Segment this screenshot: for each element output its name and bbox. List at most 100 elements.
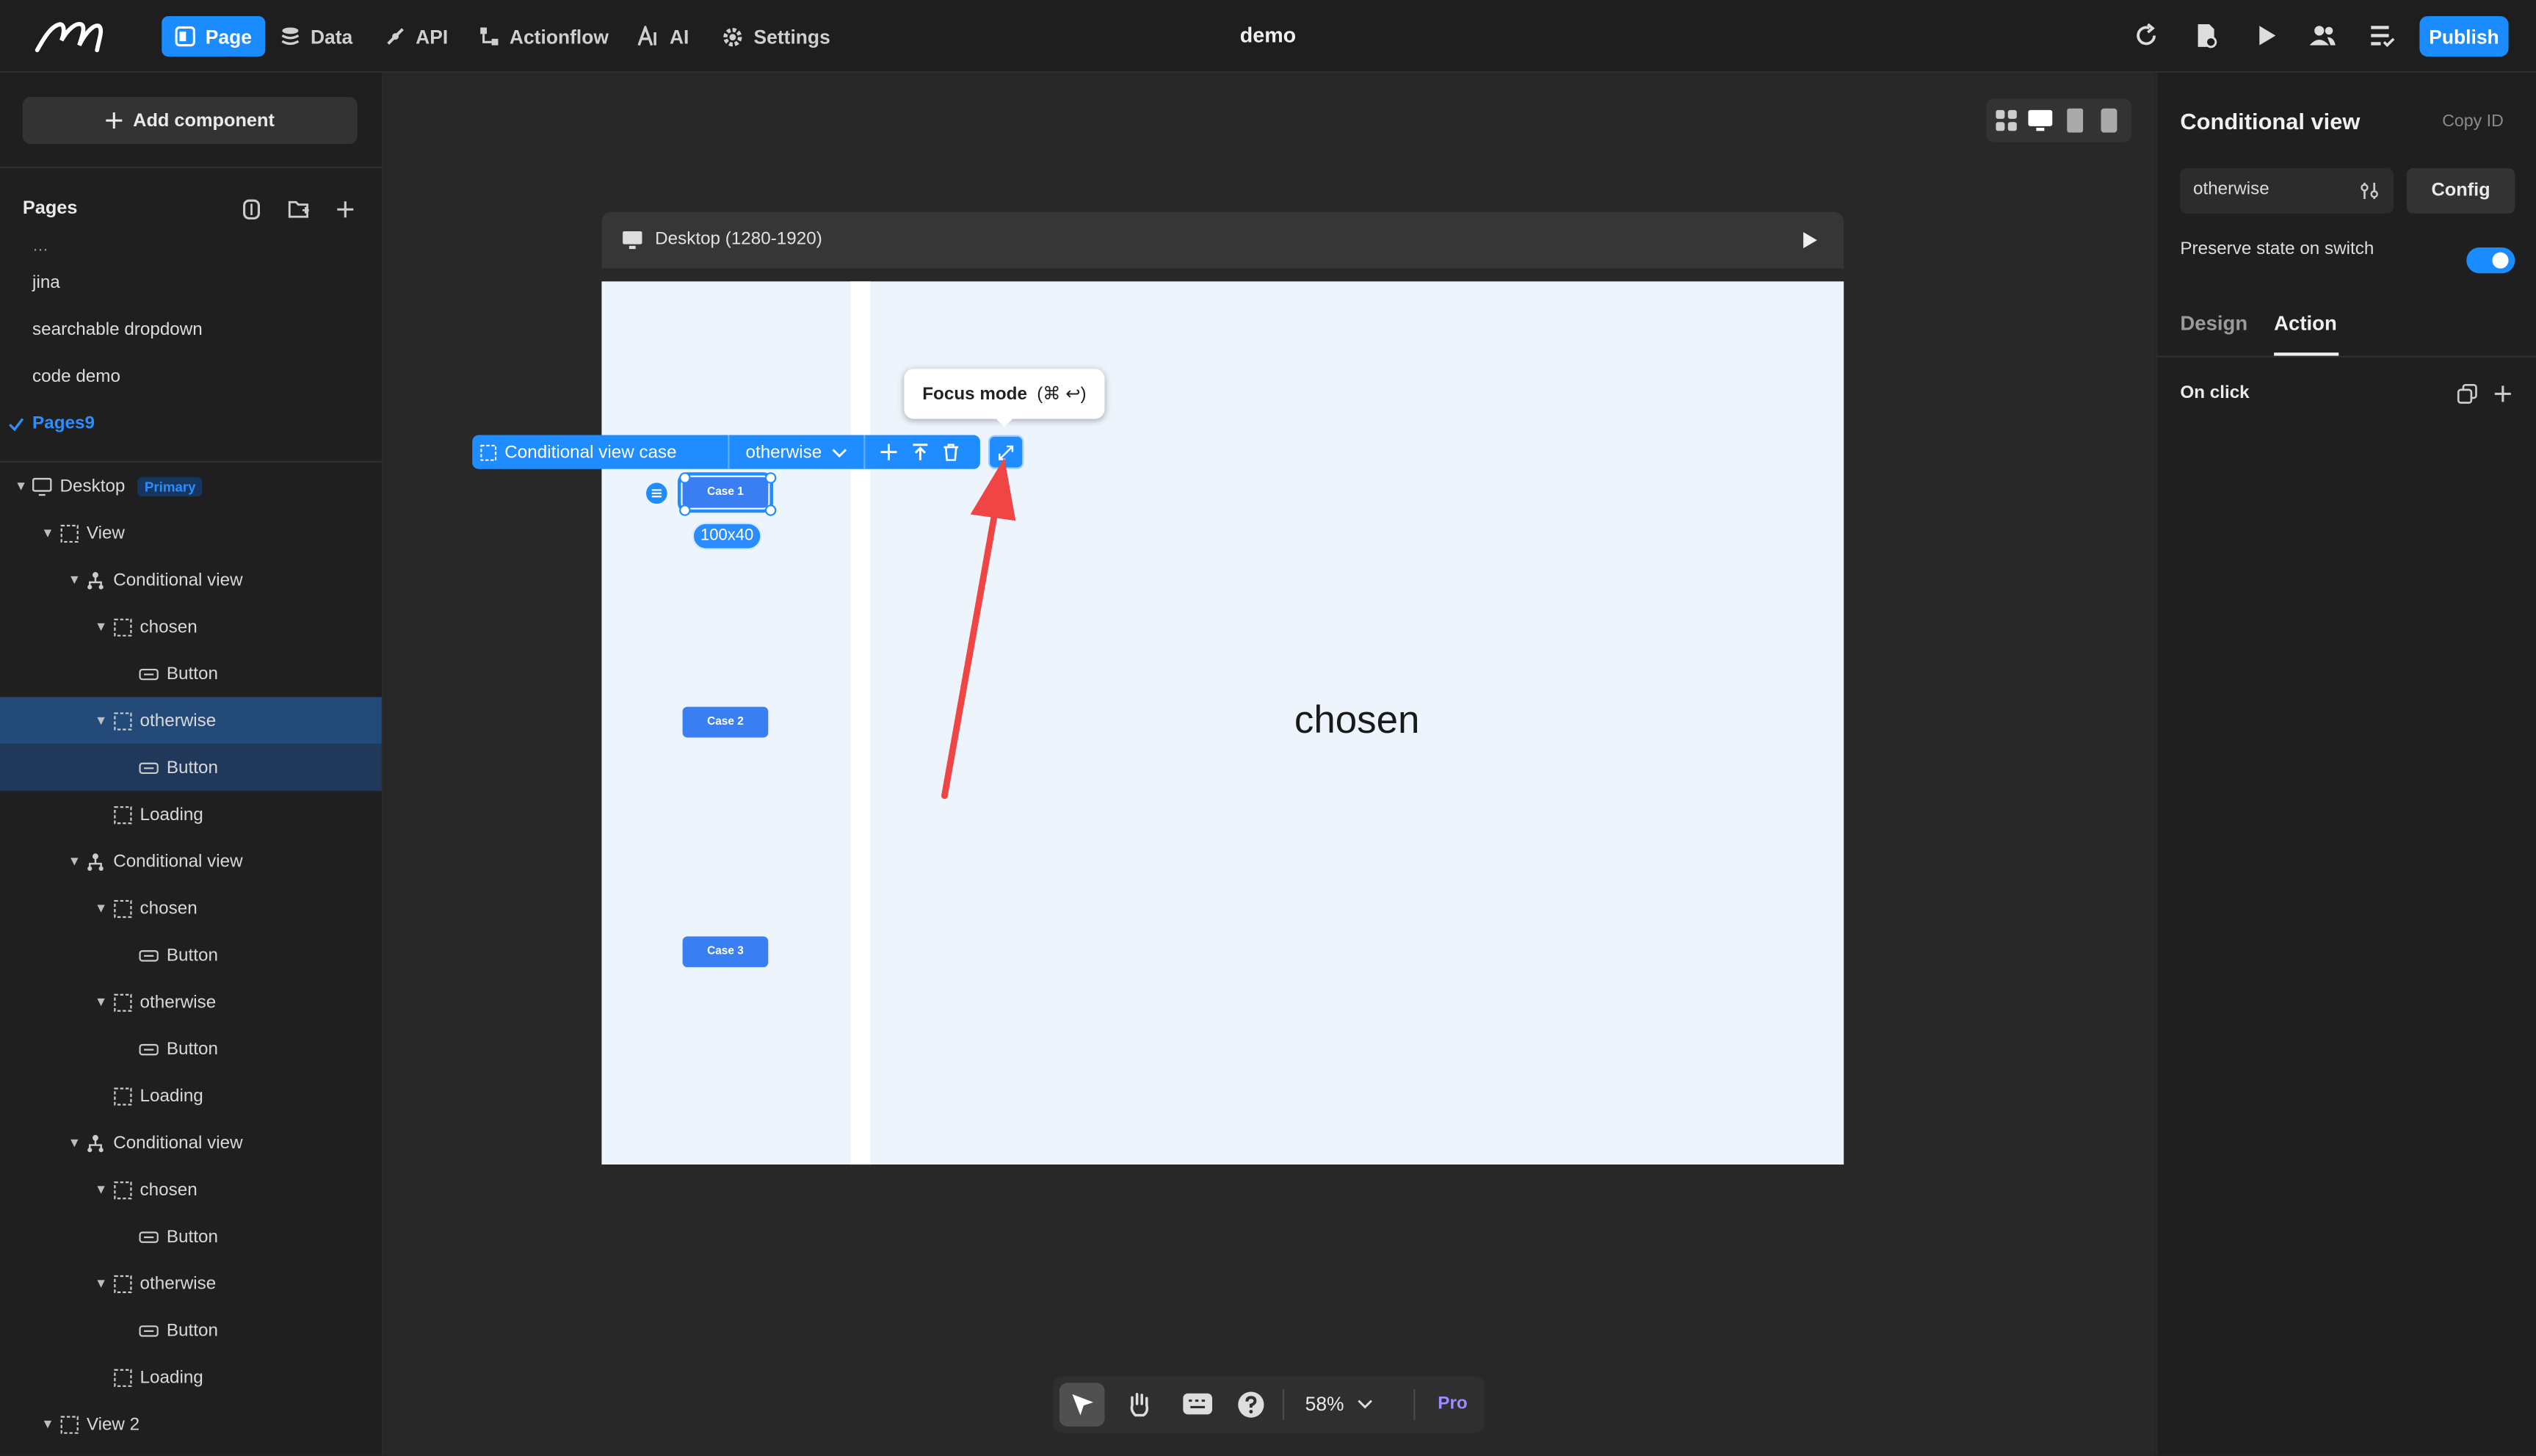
- tree-row[interactable]: ▼ otherwise: [0, 979, 382, 1026]
- tree-row[interactable]: ▼ View: [0, 510, 382, 557]
- artboard[interactable]: Case 1 Case 2 Case 3 chosen: [601, 281, 1844, 1165]
- caret-down-icon[interactable]: ▼: [93, 901, 109, 916]
- case-2-button[interactable]: Case 2: [682, 706, 769, 738]
- mobile-icon[interactable]: [2101, 108, 2117, 133]
- tree-row-label: Button: [166, 1039, 218, 1059]
- page-item-pages9[interactable]: Pages9: [32, 414, 95, 433]
- page-settings-icon[interactable]: [2192, 21, 2221, 51]
- tree-row[interactable]: Button: [0, 1026, 382, 1073]
- users-icon[interactable]: [2308, 21, 2337, 51]
- case-select-value: otherwise: [745, 442, 822, 462]
- grid-view-icon[interactable]: [1996, 109, 2017, 131]
- caret-down-icon[interactable]: ▼: [66, 854, 82, 869]
- page-icon: [175, 26, 195, 47]
- nav-api[interactable]: API: [372, 16, 461, 57]
- help-icon[interactable]: [1237, 1391, 1264, 1418]
- publish-button[interactable]: Publish: [2419, 16, 2509, 57]
- play-icon[interactable]: [2251, 21, 2280, 51]
- button-icon: [139, 1231, 159, 1242]
- copy-id-button[interactable]: Copy ID: [2442, 112, 2504, 131]
- caret-down-icon[interactable]: ▼: [66, 1135, 82, 1150]
- tree-row[interactable]: ▼ otherwise: [0, 697, 382, 745]
- button-icon: [139, 949, 159, 961]
- branch-icon: [87, 852, 104, 870]
- caret-down-icon[interactable]: ▼: [40, 526, 56, 540]
- resize-handle[interactable]: [679, 472, 691, 484]
- select-tool-button[interactable]: [1059, 1383, 1105, 1427]
- nav-ai-label: AI: [669, 25, 689, 48]
- tree-row[interactable]: Loading: [0, 1354, 382, 1401]
- resize-handle[interactable]: [764, 472, 777, 484]
- pro-badge[interactable]: Pro: [1438, 1394, 1467, 1413]
- hand-tool-icon[interactable]: [1126, 1391, 1153, 1418]
- tab-action[interactable]: Action: [2274, 312, 2337, 335]
- tree-row[interactable]: ▼ View 2: [0, 1401, 382, 1448]
- button-icon: [139, 667, 159, 680]
- toolbar-component-label[interactable]: Conditional view case: [504, 442, 728, 461]
- drag-handle-icon[interactable]: [645, 482, 668, 504]
- tree-row[interactable]: Button: [0, 744, 382, 792]
- tree-row[interactable]: ▼ otherwise: [0, 1260, 382, 1307]
- case-3-button[interactable]: Case 3: [682, 936, 769, 968]
- tree-row[interactable]: Loading: [0, 791, 382, 838]
- zoom-select[interactable]: 58%: [1305, 1393, 1374, 1415]
- preview-play-icon[interactable]: [1802, 231, 1818, 249]
- tree-row[interactable]: Button: [0, 1307, 382, 1354]
- nav-actionflow[interactable]: Actionflow: [465, 16, 621, 57]
- tree-row[interactable]: ▼ Conditional view: [0, 1119, 382, 1166]
- nav-ai[interactable]: AI: [624, 16, 702, 57]
- app-logo-icon[interactable]: [32, 16, 106, 55]
- add-page-icon[interactable]: [336, 200, 354, 218]
- tree-row[interactable]: Button: [0, 1213, 382, 1260]
- page-item-jina[interactable]: jina: [32, 273, 60, 292]
- caret-down-icon[interactable]: ▼: [93, 713, 109, 728]
- adjust-icon[interactable]: [2360, 181, 2379, 200]
- nav-data[interactable]: Data: [267, 16, 365, 57]
- tree-row[interactable]: Loading: [0, 1072, 382, 1119]
- tree-row[interactable]: ▼ chosen: [0, 604, 382, 651]
- caret-down-icon[interactable]: ▼: [40, 1417, 56, 1432]
- caret-down-icon[interactable]: ▼: [13, 479, 29, 493]
- chevron-down-icon: [832, 448, 847, 457]
- tree-row[interactable]: ▼ Conditional view: [0, 838, 382, 885]
- case-value-select[interactable]: otherwise: [2180, 168, 2394, 214]
- tree-row-label: chosen: [140, 898, 198, 919]
- tab-design[interactable]: Design: [2180, 312, 2247, 335]
- actionflow-icon: [480, 27, 499, 46]
- config-button[interactable]: Config: [2406, 168, 2515, 214]
- tree-row[interactable]: Button: [0, 651, 382, 698]
- page-item-code-demo[interactable]: code demo: [32, 367, 120, 386]
- tree-row[interactable]: Button: [0, 932, 382, 979]
- copy-action-icon[interactable]: [2457, 383, 2478, 405]
- case-1-button[interactable]: Case 1: [677, 472, 773, 513]
- tablet-icon[interactable]: [2067, 108, 2084, 133]
- keyboard-icon[interactable]: [1182, 1393, 1213, 1416]
- component-library-icon[interactable]: [241, 199, 262, 220]
- tree-row[interactable]: ▼ Conditional view: [0, 557, 382, 604]
- tree-row[interactable]: ▼ chosen: [0, 885, 382, 932]
- divider: [1413, 1389, 1416, 1421]
- caret-down-icon[interactable]: ▼: [93, 995, 109, 1010]
- nav-settings[interactable]: Settings: [709, 16, 844, 57]
- case-select[interactable]: otherwise: [729, 442, 863, 462]
- resize-handle[interactable]: [764, 504, 777, 516]
- caret-down-icon[interactable]: ▼: [93, 1276, 109, 1291]
- add-folder-icon[interactable]: [288, 199, 311, 220]
- caret-down-icon[interactable]: ▼: [93, 620, 109, 634]
- caret-down-icon[interactable]: ▼: [93, 1182, 109, 1197]
- refresh-icon[interactable]: [2131, 21, 2161, 51]
- tree-row[interactable]: ▼ Desktop Primary: [0, 463, 382, 510]
- branch-icon: [87, 571, 104, 589]
- resize-handle[interactable]: [679, 504, 691, 516]
- desktop-icon[interactable]: [2028, 109, 2053, 131]
- caret-down-icon[interactable]: ▼: [66, 573, 82, 587]
- add-component-button[interactable]: Add component: [22, 97, 358, 145]
- checklist-icon[interactable]: [2368, 21, 2397, 51]
- tree-row[interactable]: ▼ chosen: [0, 1166, 382, 1213]
- page-item-searchable-dropdown[interactable]: searchable dropdown: [32, 320, 203, 339]
- nav-page[interactable]: Page: [162, 16, 265, 57]
- add-action-icon[interactable]: [2494, 385, 2512, 402]
- add-case-icon[interactable]: [880, 443, 897, 461]
- preserve-state-toggle[interactable]: [2466, 247, 2515, 274]
- branch-icon: [87, 1134, 104, 1152]
